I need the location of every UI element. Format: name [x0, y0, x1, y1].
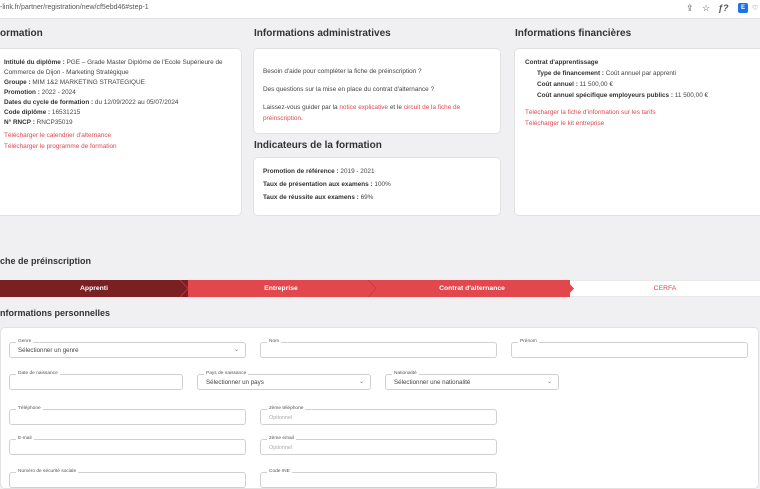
- email2-input[interactable]: 2ème email Optionnel: [260, 436, 497, 455]
- step-separator-3: [566, 280, 574, 297]
- font-extension-icon[interactable]: ƒ?: [718, 3, 729, 14]
- date-naissance-label: Date de naissance: [16, 371, 60, 377]
- ine-label: Code INE: [267, 469, 292, 475]
- circuit-link[interactable]: circuit de la fiche de: [404, 104, 460, 111]
- cout-public-line: Coût annuel spécifique employeurs public…: [537, 92, 709, 99]
- presentation-line: Taux de présentation aux examens : 100%: [263, 181, 391, 188]
- groupe-line: Groupe : MIM 1&2 MARKETING STRATEGIQUE: [4, 79, 145, 86]
- genre-value: Sélectionner un genre: [18, 347, 79, 354]
- chevron-down-icon: ⌄: [546, 379, 552, 385]
- ine-input[interactable]: Code INE: [260, 469, 497, 488]
- nationalite-value: Sélectionner une nationalité: [394, 379, 471, 386]
- extension-icon[interactable]: E: [738, 3, 748, 13]
- telephone-input[interactable]: Téléphone: [9, 406, 246, 425]
- star-icon[interactable]: ☆: [702, 3, 710, 14]
- share-icon[interactable]: ⇪: [686, 3, 694, 14]
- pays-naissance-value: Sélectionner un pays: [206, 379, 264, 386]
- prenom-label: Prénom: [518, 339, 539, 345]
- admin-title: Informations administratives: [254, 28, 391, 39]
- chevron-down-icon: ⌄: [233, 347, 239, 353]
- contrat-label: Contrat d'apprentissage: [525, 59, 599, 66]
- promo-ref-line: Promotion de référence : 2019 - 2021: [263, 168, 375, 175]
- promotion-line: Promotion : 2022 - 2024: [4, 89, 76, 96]
- admin-guide-2: préinscription.: [263, 115, 303, 122]
- formation-title: ormation: [0, 28, 43, 39]
- nom-input[interactable]: Nom: [260, 339, 497, 358]
- browser-url-bar[interactable]: -link.fr/partner/registration/new/cf5ebd…: [0, 0, 760, 19]
- admin-help-1: Besoin d'aide pour compléter la fiche de…: [263, 68, 422, 75]
- registration-stepper: Apprenti Entreprise Contrat d'alternance…: [0, 280, 760, 297]
- rncp-line: N° RNCP : RNCP35019: [4, 119, 73, 126]
- diplome-line-2: Commerce de Dijon - Marketing Stratégiqu…: [4, 69, 129, 76]
- diplome-line: Intitulé du diplôme : PGE – Grade Master…: [4, 59, 223, 66]
- cout-annuel-line: Coût annuel : 11 500,00 €: [537, 81, 613, 88]
- chevron-down-icon: ⌄: [358, 379, 364, 385]
- email-input[interactable]: E-mail: [9, 436, 246, 455]
- pays-naissance-label: Pays de naissance: [204, 371, 249, 377]
- telephone2-label: 2ème téléphone: [267, 406, 306, 412]
- date-naissance-input[interactable]: Date de naissance: [9, 371, 183, 390]
- url-text[interactable]: -link.fr/partner/registration/new/cf5ebd…: [0, 4, 149, 11]
- type-financement-line: Type de financement : Coût annuel par ap…: [537, 70, 677, 77]
- email2-label: 2ème email: [267, 436, 296, 442]
- admin-help-2: Des questions sur la mise en place du co…: [263, 86, 435, 93]
- circuit-link-2[interactable]: préinscription: [263, 115, 301, 122]
- heart-icon[interactable]: ♡: [752, 3, 758, 14]
- download-kit-link[interactable]: Télécharger le kit entreprise: [525, 120, 604, 128]
- admin-guide: Laissez-vous guider par la notice explic…: [263, 104, 461, 111]
- notice-link[interactable]: notice explicative: [339, 104, 388, 111]
- reussite-line: Taux de réussite aux examens : 69%: [263, 194, 374, 201]
- finance-title: Informations financières: [515, 28, 632, 39]
- fiche-title: che de préinscription: [0, 256, 92, 266]
- pays-naissance-select[interactable]: Pays de naissance Sélectionner un pays ⌄: [197, 371, 371, 390]
- email-label: E-mail: [16, 436, 34, 442]
- perso-title: nformations personnelles: [0, 308, 111, 318]
- prenom-input[interactable]: Prénom: [511, 339, 748, 358]
- download-programme-link[interactable]: Télécharger le programme de formation: [4, 143, 117, 151]
- secu-input[interactable]: Numéro de sécurité sociale: [9, 469, 246, 488]
- dates-line: Dates du cycle de formation : du 12/09/2…: [4, 99, 179, 106]
- download-calendrier-link[interactable]: Télécharger le calendrier d'alternance: [4, 132, 111, 140]
- formation-card: Intitulé du diplôme : PGE – Grade Master…: [0, 48, 242, 216]
- step-cerfa[interactable]: CERFA: [570, 280, 760, 297]
- nationalite-label: Nationalité: [392, 371, 419, 377]
- finance-card: Contrat d'apprentissage Type de financem…: [514, 48, 760, 216]
- nationalite-select[interactable]: Nationalité Sélectionner une nationalité…: [385, 371, 559, 390]
- genre-label: Genre: [16, 339, 34, 345]
- step-contrat[interactable]: Contrat d'alternance: [374, 280, 570, 297]
- telephone-label: Téléphone: [16, 406, 43, 412]
- telephone2-placeholder: Optionnel: [269, 415, 293, 421]
- step-apprenti[interactable]: Apprenti: [0, 280, 188, 297]
- download-tarifs-link[interactable]: Télécharger la fiche d'information sur l…: [525, 109, 656, 117]
- indicateurs-title: Indicateurs de la formation: [254, 140, 382, 151]
- secu-label: Numéro de sécurité sociale: [16, 469, 79, 475]
- nom-label: Nom: [267, 339, 282, 345]
- email2-placeholder: Optionnel: [269, 445, 293, 451]
- indicateurs-card: Promotion de référence : 2019 - 2021 Tau…: [253, 157, 501, 216]
- admin-card: Besoin d'aide pour compléter la fiche de…: [253, 48, 501, 134]
- genre-select[interactable]: Genre Sélectionner un genre ⌄: [9, 339, 246, 358]
- step-separator-1: [180, 280, 189, 297]
- step-separator-2: [368, 280, 377, 297]
- step-entreprise[interactable]: Entreprise: [188, 280, 374, 297]
- perso-form-card: Genre Sélectionner un genre ⌄ Nom Prénom…: [0, 327, 759, 489]
- telephone2-input[interactable]: 2ème téléphone Optionnel: [260, 406, 497, 425]
- code-line: Code diplôme : 16531215: [4, 109, 81, 116]
